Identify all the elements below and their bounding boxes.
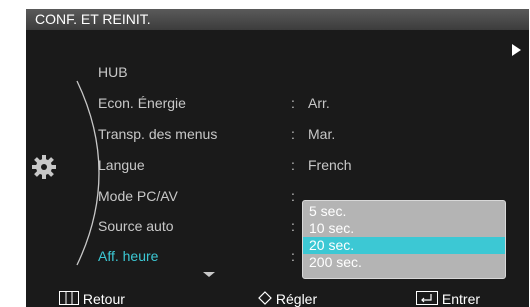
time-dropdown[interactable]: 5 sec. 10 sec. 20 sec. 200 sec. (302, 200, 506, 279)
dropdown-option[interactable]: 5 sec. (303, 203, 505, 220)
dropdown-option[interactable]: 200 sec. (303, 254, 505, 271)
play-icon (512, 44, 521, 56)
gear-icon (32, 155, 56, 179)
menu-item-transparence[interactable]: Transp. des menus (98, 124, 217, 144)
enter-icon (416, 291, 438, 306)
menu-item-hub[interactable]: HUB (98, 62, 128, 82)
menu-item-colon: : (291, 95, 295, 111)
dropdown-option[interactable]: 10 sec. (303, 220, 505, 237)
menu-item-colon: : (291, 126, 295, 142)
menu-icon (59, 291, 79, 306)
menu-item-aff-heure[interactable]: Aff. heure (98, 246, 158, 266)
enter-button[interactable]: Entrer (416, 291, 480, 307)
back-button[interactable]: Retour (59, 291, 125, 307)
osd-window: CONF. ET REINIT. HUB Econ. Énergie : Arr… (26, 9, 529, 307)
enter-label: Entrer (441, 291, 481, 307)
menu-item-colon: : (291, 248, 295, 264)
menu-item-value: Arr. (308, 95, 330, 111)
menu-item-colon: : (291, 218, 295, 234)
menu-item-value: Mar. (308, 126, 336, 142)
adjust-icon (258, 291, 272, 306)
menu-item-source-auto[interactable]: Source auto (98, 216, 174, 236)
menu-header: CONF. ET REINIT. (26, 9, 529, 30)
menu-item-colon: : (291, 157, 295, 173)
chevron-down-icon[interactable] (203, 272, 215, 277)
menu-item-eco-energie[interactable]: Econ. Énergie (98, 93, 186, 113)
menu-item-mode-pc-av[interactable]: Mode PC/AV (98, 186, 178, 206)
adjust-button[interactable]: Régler (258, 291, 317, 307)
adjust-label: Régler (275, 291, 318, 307)
footer-bar: Retour Régler Entrer (26, 291, 529, 307)
menu-title: CONF. ET REINIT. (35, 11, 151, 27)
menu-item-value: French (308, 157, 352, 173)
menu-item-colon: : (291, 188, 295, 204)
dropdown-option-selected[interactable]: 20 sec. (303, 237, 505, 254)
back-label: Retour (82, 291, 125, 307)
menu-item-langue[interactable]: Langue (98, 155, 145, 175)
